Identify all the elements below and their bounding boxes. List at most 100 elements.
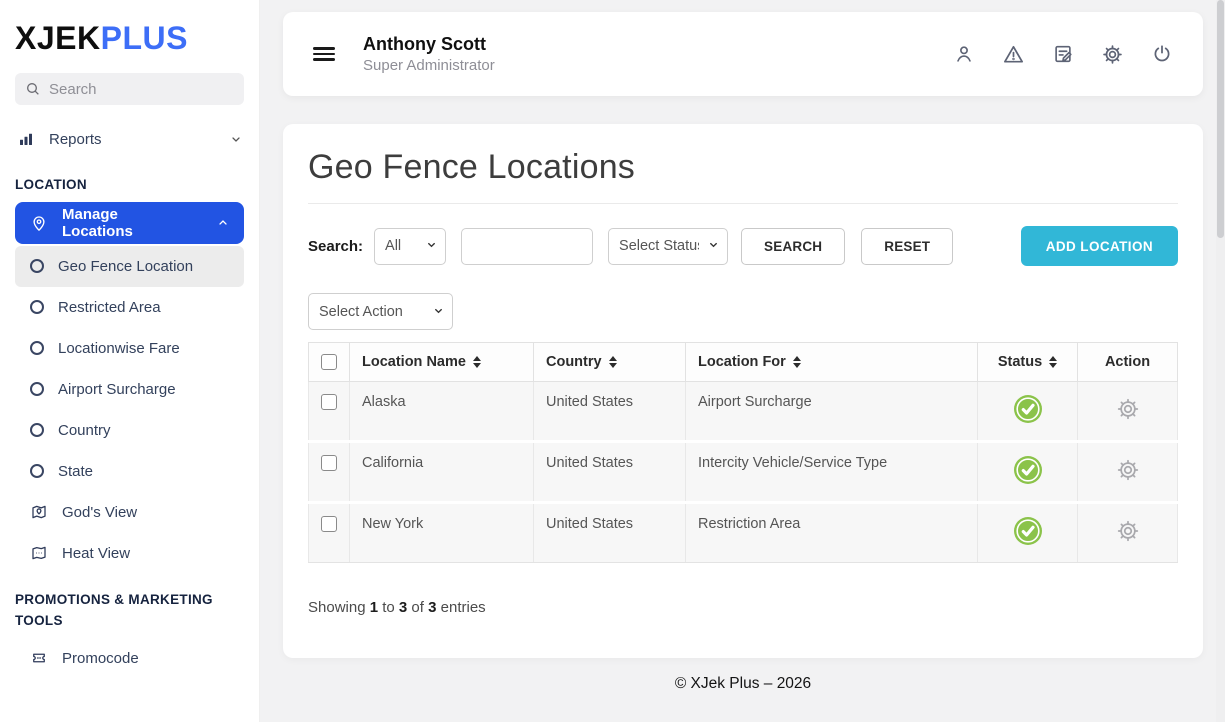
scrollbar-thumb[interactable] bbox=[1217, 0, 1224, 238]
cell-location-for: Intercity Vehicle/Service Type bbox=[686, 442, 978, 503]
heat-map-icon bbox=[30, 544, 48, 562]
search-button[interactable]: SEARCH bbox=[741, 228, 845, 265]
chevron-down-icon bbox=[230, 133, 242, 145]
search-type-select[interactable]: All bbox=[374, 228, 446, 265]
sidebar-item-label: Restricted Area bbox=[58, 299, 161, 316]
sidebar-item-promocode[interactable]: Promocode bbox=[15, 638, 244, 679]
cell-location-name: Alaska bbox=[350, 382, 534, 442]
brand-logo: XJEKPLUS bbox=[15, 20, 244, 57]
row-checkbox[interactable] bbox=[321, 455, 337, 471]
row-settings-icon[interactable] bbox=[1115, 518, 1141, 544]
cell-country: United States bbox=[534, 382, 686, 442]
user-name: Anthony Scott bbox=[363, 34, 495, 55]
table-row: California United States Intercity Vehic… bbox=[309, 442, 1178, 503]
brand-secondary: PLUS bbox=[101, 20, 188, 56]
row-settings-icon[interactable] bbox=[1115, 457, 1141, 483]
table-row: Alaska United States Airport Surcharge bbox=[309, 382, 1178, 442]
sidebar-item-state[interactable]: State bbox=[15, 451, 244, 492]
sidebar-item-label: Reports bbox=[49, 131, 102, 148]
user-icon[interactable] bbox=[953, 43, 975, 65]
user-role: Super Administrator bbox=[363, 57, 495, 74]
cell-country: United States bbox=[534, 442, 686, 503]
search-label: Search: bbox=[308, 238, 363, 255]
sidebar-item-heat-view[interactable]: Heat View bbox=[15, 533, 244, 574]
reset-button[interactable]: RESET bbox=[861, 228, 953, 265]
alert-triangle-icon[interactable] bbox=[1002, 43, 1025, 66]
sidebar-item-label: Country bbox=[58, 422, 111, 439]
search-text-input[interactable] bbox=[461, 228, 593, 265]
section-promotions: PROMOTIONS & MARKETING TOOLS bbox=[15, 590, 215, 632]
radio-circle-icon bbox=[30, 341, 44, 355]
sort-icon bbox=[793, 356, 801, 368]
edit-document-icon[interactable] bbox=[1052, 43, 1074, 65]
sidebar-item-geo-fence-location[interactable]: Geo Fence Location bbox=[15, 246, 244, 287]
column-header-status[interactable]: Status bbox=[978, 343, 1078, 382]
sidebar-item-airport-surcharge[interactable]: Airport Surcharge bbox=[15, 369, 244, 410]
column-header-country[interactable]: Country bbox=[534, 343, 686, 382]
location-pin-icon bbox=[30, 214, 48, 232]
sort-icon bbox=[609, 356, 617, 368]
sidebar-item-gods-view[interactable]: God's View bbox=[15, 492, 244, 533]
radio-circle-icon bbox=[30, 300, 44, 314]
radio-circle-icon bbox=[30, 464, 44, 478]
sidebar-item-locationwise-fare[interactable]: Locationwise Fare bbox=[15, 328, 244, 369]
footer-copyright: © XJek Plus – 2026 bbox=[283, 675, 1203, 693]
column-header-action: Action bbox=[1078, 343, 1178, 382]
bulk-action-select[interactable]: Select Action bbox=[308, 293, 453, 330]
sidebar-item-reports[interactable]: Reports bbox=[15, 119, 244, 159]
power-icon[interactable] bbox=[1151, 43, 1173, 65]
add-location-button[interactable]: ADD LOCATION bbox=[1021, 226, 1178, 266]
search-icon bbox=[25, 81, 41, 97]
search-input[interactable] bbox=[49, 81, 234, 98]
sidebar-item-label: God's View bbox=[62, 504, 137, 521]
sort-icon bbox=[473, 356, 481, 368]
sidebar-item-label: State bbox=[58, 463, 93, 480]
locations-table: Location Name Country Location For Statu… bbox=[308, 342, 1178, 563]
sidebar-item-label: Airport Surcharge bbox=[58, 381, 176, 398]
content-card: Geo Fence Locations Search: All Select S… bbox=[283, 124, 1203, 658]
ticket-icon bbox=[30, 649, 48, 667]
cell-location-name: New York bbox=[350, 503, 534, 563]
divider bbox=[308, 203, 1178, 204]
sidebar-item-label: Promocode bbox=[62, 650, 139, 667]
column-header-location-name[interactable]: Location Name bbox=[350, 343, 534, 382]
main-area: Anthony Scott Super Administrator Geo Fe… bbox=[260, 0, 1225, 722]
status-active-icon[interactable] bbox=[1013, 394, 1043, 424]
map-pin-map-icon bbox=[30, 503, 48, 521]
row-checkbox[interactable] bbox=[321, 516, 337, 532]
cell-location-for: Airport Surcharge bbox=[686, 382, 978, 442]
page-title: Geo Fence Locations bbox=[308, 148, 1178, 187]
brand-primary: XJEK bbox=[15, 20, 101, 56]
column-header-location-for[interactable]: Location For bbox=[686, 343, 978, 382]
status-active-icon[interactable] bbox=[1013, 516, 1043, 546]
row-settings-icon[interactable] bbox=[1115, 396, 1141, 422]
page-scrollbar[interactable] bbox=[1216, 0, 1225, 722]
radio-circle-icon bbox=[30, 382, 44, 396]
gear-icon[interactable] bbox=[1101, 43, 1124, 66]
status-select[interactable]: Select Status bbox=[608, 228, 728, 265]
cell-location-name: California bbox=[350, 442, 534, 503]
pagination-summary: Showing 1 to 3 of 3 entries bbox=[308, 599, 1178, 616]
table-header-row: Location Name Country Location For Statu… bbox=[309, 343, 1178, 382]
sidebar-item-label: Manage Locations bbox=[62, 206, 189, 240]
status-active-icon[interactable] bbox=[1013, 455, 1043, 485]
sidebar-item-restricted-area[interactable]: Restricted Area bbox=[15, 287, 244, 328]
sidebar-search[interactable] bbox=[15, 73, 244, 105]
top-bar: Anthony Scott Super Administrator bbox=[283, 12, 1203, 96]
select-all-checkbox[interactable] bbox=[321, 354, 337, 370]
sidebar-item-country[interactable]: Country bbox=[15, 410, 244, 451]
table-row: New York United States Restriction Area bbox=[309, 503, 1178, 563]
sidebar-item-manage-locations[interactable]: Manage Locations bbox=[15, 202, 244, 244]
radio-circle-icon bbox=[30, 259, 44, 273]
row-checkbox[interactable] bbox=[321, 394, 337, 410]
section-location: LOCATION bbox=[15, 175, 244, 196]
bar-chart-icon bbox=[17, 130, 35, 148]
chevron-up-icon bbox=[217, 217, 229, 229]
sidebar-item-label: Locationwise Fare bbox=[58, 340, 180, 357]
user-block: Anthony Scott Super Administrator bbox=[363, 34, 495, 74]
cell-location-for: Restriction Area bbox=[686, 503, 978, 563]
radio-circle-icon bbox=[30, 423, 44, 437]
sidebar-item-label: Geo Fence Location bbox=[58, 258, 193, 275]
menu-icon[interactable] bbox=[313, 44, 335, 64]
sort-icon bbox=[1049, 356, 1057, 368]
